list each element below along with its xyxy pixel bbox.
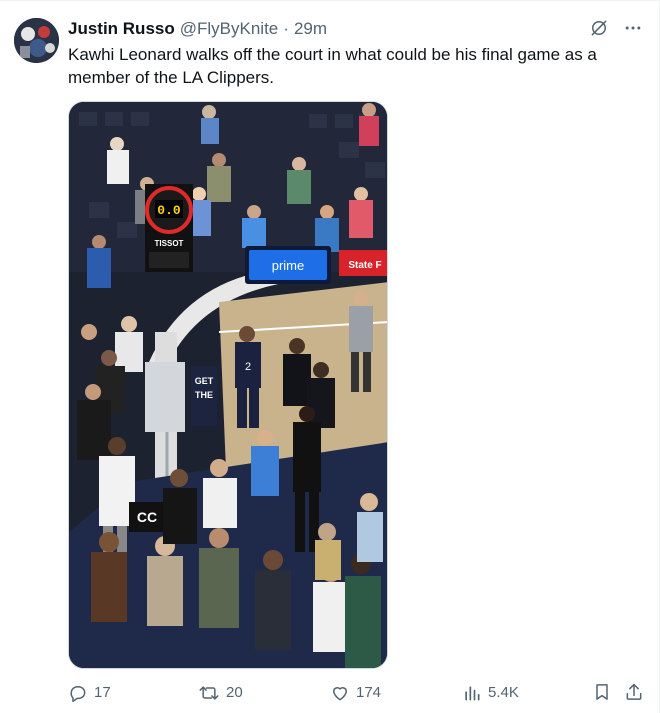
statefarm-sign: State F	[348, 260, 381, 271]
tweet-actions-bar: 17 20 174 5.4K	[68, 682, 648, 704]
grok-icon[interactable]	[589, 18, 609, 38]
shot-clock-readout: 0.0	[157, 203, 181, 218]
reply-button[interactable]: 17	[68, 682, 111, 704]
separator-dot: ·	[283, 19, 289, 38]
tweet-header: Justin Russo @FlyByKnite · 29m	[68, 18, 327, 40]
the-sign: THE	[195, 390, 213, 400]
courtside-sign: CC	[137, 509, 157, 525]
repost-icon	[198, 683, 220, 703]
bookmark-button[interactable]	[592, 682, 612, 702]
get-sign: GET	[195, 376, 214, 386]
reply-icon	[68, 683, 88, 703]
like-count: 174	[356, 684, 382, 701]
views-count: 5.4K	[488, 684, 519, 701]
heart-icon	[330, 683, 350, 703]
share-icon	[624, 682, 644, 702]
share-button[interactable]	[624, 682, 644, 702]
prime-sign: prime	[272, 258, 305, 273]
bookmark-icon	[592, 682, 612, 702]
repost-button[interactable]: 20	[198, 682, 243, 704]
tweet-top-actions	[589, 18, 643, 38]
jersey-number: 2	[245, 361, 251, 373]
tweet-text: Kawhi Leonard walks off the court in wha…	[68, 45, 597, 87]
timestamp[interactable]: 29m	[294, 18, 327, 40]
tweet-media-image[interactable]: 0.0 TISSOT prime State F GET THE 2 CC	[68, 101, 388, 669]
user-handle[interactable]: @FlyByKnite	[180, 18, 279, 40]
more-icon[interactable]	[623, 18, 643, 38]
reply-count: 17	[94, 684, 111, 701]
views-button[interactable]: 5.4K	[462, 682, 519, 704]
display-name[interactable]: Justin Russo	[68, 18, 175, 40]
tweet-card[interactable]: Justin Russo @FlyByKnite · 29m Kawhi Leo…	[0, 0, 660, 713]
like-button[interactable]: 174	[330, 682, 381, 704]
repost-count: 20	[226, 684, 243, 701]
views-icon	[462, 683, 482, 703]
avatar[interactable]	[14, 18, 59, 63]
tissot-sign: TISSOT	[155, 239, 184, 248]
